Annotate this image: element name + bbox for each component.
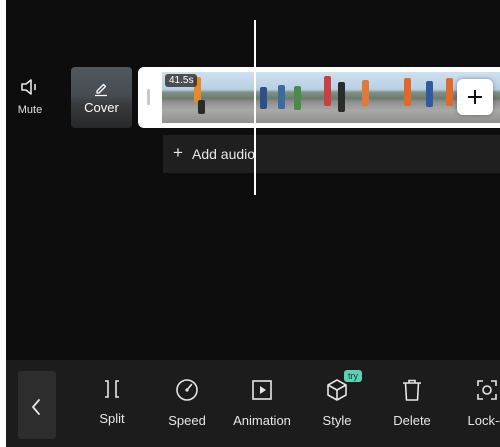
edit-pencil-icon bbox=[95, 83, 107, 97]
editor-screen: Mute Cover 41.5s + Add audio Split Speed… bbox=[6, 0, 500, 447]
delete-label: Delete bbox=[393, 413, 431, 428]
add-audio-label: Add audio bbox=[192, 146, 256, 162]
clip-duration: 41.5s bbox=[165, 74, 198, 87]
style-button[interactable]: try Style bbox=[302, 370, 372, 428]
mute-button[interactable]: Mute bbox=[14, 78, 46, 116]
speaker-icon bbox=[21, 79, 36, 95]
video-clip[interactable]: 41.5s bbox=[138, 67, 500, 128]
cover-button[interactable]: Cover bbox=[71, 67, 132, 128]
clip-trim-handle[interactable] bbox=[147, 89, 150, 105]
style-label: Style bbox=[322, 413, 352, 428]
plus-icon: + bbox=[173, 143, 183, 162]
speedometer-icon bbox=[176, 379, 198, 401]
lock-on-button[interactable]: Lock-o bbox=[452, 378, 500, 428]
lock-on-label: Lock-o bbox=[467, 413, 500, 428]
playhead[interactable] bbox=[254, 20, 256, 195]
clip-thumbnails bbox=[162, 72, 500, 123]
speed-label: Speed bbox=[168, 413, 206, 428]
chevron-left-icon bbox=[32, 399, 40, 415]
split-label: Split bbox=[99, 411, 125, 426]
clip-frame bbox=[390, 72, 466, 123]
split-icon bbox=[105, 380, 119, 398]
clip-frame bbox=[314, 72, 390, 123]
delete-button[interactable]: Delete bbox=[377, 378, 447, 428]
plus-icon bbox=[468, 90, 482, 104]
bottom-toolbar: Split Speed Animation try Style Delete L… bbox=[6, 360, 500, 447]
add-audio-button[interactable]: + Add audio bbox=[163, 135, 500, 173]
speed-button[interactable]: Speed bbox=[152, 378, 222, 428]
clip-frame bbox=[238, 72, 314, 123]
back-button[interactable] bbox=[18, 371, 56, 439]
add-clip-button[interactable] bbox=[457, 79, 493, 115]
lock-on-icon bbox=[477, 380, 497, 400]
play-square-icon bbox=[252, 380, 272, 400]
try-badge: try bbox=[344, 370, 362, 382]
trash-icon bbox=[403, 379, 421, 401]
mute-label: Mute bbox=[17, 104, 43, 116]
cover-label: Cover bbox=[84, 100, 119, 115]
animation-button[interactable]: Animation bbox=[227, 378, 297, 428]
animation-label: Animation bbox=[233, 413, 291, 428]
split-button[interactable]: Split bbox=[77, 378, 147, 426]
